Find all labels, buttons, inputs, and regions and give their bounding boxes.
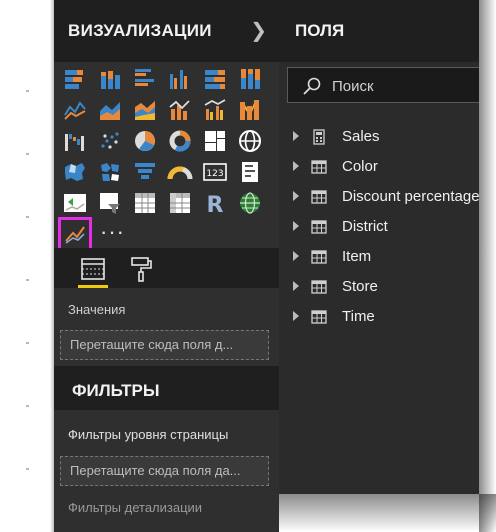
field-label: Time — [342, 308, 375, 325]
visualizations-title: ВИЗУАЛИЗАЦИИ — [68, 21, 212, 40]
visualizations-header: ВИЗУАЛИЗАЦИИ ❯ — [54, 0, 279, 62]
field-item-sales[interactable]: Sales — [279, 124, 479, 150]
100-percent-column-chart-icon[interactable] — [237, 66, 263, 92]
expand-arrow-icon[interactable] — [293, 251, 299, 261]
map-icon[interactable] — [237, 128, 263, 154]
gauge-chart-icon[interactable] — [167, 159, 193, 185]
search-input[interactable] — [330, 75, 474, 97]
table-visual-icon[interactable] — [132, 190, 158, 216]
expand-arrow-icon[interactable] — [293, 161, 299, 171]
expand-arrow-icon[interactable] — [293, 131, 299, 141]
table-icon — [311, 220, 327, 234]
clustered-bar-chart-icon[interactable] — [132, 66, 158, 92]
waterfall-chart-icon[interactable] — [62, 128, 88, 154]
filters-title: ФИЛЬТРЫ — [72, 381, 160, 400]
funnel-chart-icon[interactable] — [132, 159, 158, 185]
more-visuals-button[interactable]: ··· — [100, 219, 125, 245]
fields-search-box[interactable] — [287, 67, 479, 103]
slicer-icon[interactable] — [97, 190, 123, 216]
field-label: Store — [342, 278, 378, 295]
canvas-dot — [26, 153, 29, 155]
line-and-stacked-column-icon[interactable] — [167, 97, 193, 123]
fields-pane: ПОЛЯ Sales Color Discount percentage Distri… — [279, 0, 479, 494]
canvas-dot — [26, 468, 29, 470]
canvas-dot — [26, 90, 29, 92]
donut-chart-icon[interactable] — [167, 128, 193, 154]
fields-tab-icon[interactable] — [78, 254, 108, 288]
filters-header: ФИЛЬТРЫ — [54, 366, 279, 410]
field-item-discount-percentage[interactable]: Discount percentage — [279, 184, 479, 210]
chevron-right-icon[interactable]: ❯ — [250, 18, 267, 43]
table-icon — [311, 250, 327, 264]
page-level-filters-label: Фильтры уровня страницы — [68, 427, 229, 442]
field-item-color[interactable]: Color — [279, 154, 479, 180]
fields-title: ПОЛЯ — [295, 21, 345, 40]
field-item-time[interactable]: Time — [279, 304, 479, 330]
field-label: Sales — [342, 128, 380, 145]
line-and-clustered-column-icon[interactable] — [202, 97, 228, 123]
pane-shadow — [479, 0, 496, 532]
pane-tabs — [54, 248, 279, 288]
values-label: Значения — [68, 302, 126, 317]
pie-chart-icon[interactable] — [132, 128, 158, 154]
field-label: Color — [342, 158, 378, 175]
matrix-icon[interactable] — [167, 190, 193, 216]
field-label: Item — [342, 248, 372, 265]
line-and-column-chart-icon[interactable] — [58, 217, 92, 251]
field-label: Discount percentage — [342, 188, 479, 205]
canvas-dot — [26, 405, 29, 407]
arcgis-map-icon[interactable] — [237, 190, 263, 216]
stacked-area-chart-icon[interactable] — [132, 97, 158, 123]
drillthrough-filters-label: Фильтры детализации — [68, 500, 203, 515]
canvas-dot — [26, 279, 29, 281]
filled-map-icon[interactable] — [62, 159, 88, 185]
stacked-bar-chart-icon[interactable] — [62, 66, 88, 92]
svg-text:R: R — [207, 193, 224, 216]
field-item-store[interactable]: Store — [279, 274, 479, 300]
visualizations-pane: ВИЗУАЛИЗАЦИИ ❯ 123 R ··· Значения Перетащи… — [54, 0, 279, 532]
svg-text:123: 123 — [206, 169, 223, 179]
kpi-icon[interactable] — [62, 190, 88, 216]
ribbon-chart-icon[interactable] — [237, 97, 263, 123]
r-script-visual-icon[interactable]: R — [202, 190, 228, 216]
line-chart-icon[interactable] — [62, 97, 88, 123]
table-icon — [311, 310, 327, 324]
values-drop-well[interactable]: Перетащите сюда поля д... — [60, 330, 269, 360]
100-percent-bar-chart-icon[interactable] — [202, 66, 228, 92]
format-paint-roller-icon[interactable] — [126, 254, 156, 284]
table-icon — [311, 190, 327, 204]
page-level-filters-drop-well[interactable]: Перетащите сюда поля да... — [60, 456, 269, 486]
expand-arrow-icon[interactable] — [293, 191, 299, 201]
area-chart-icon[interactable] — [97, 97, 123, 123]
clustered-column-chart-icon[interactable] — [167, 66, 193, 92]
expand-arrow-icon[interactable] — [293, 311, 299, 321]
shape-map-icon[interactable] — [97, 159, 123, 185]
multi-row-card-icon[interactable] — [237, 159, 263, 185]
calculator-icon — [313, 129, 325, 145]
pane-shadow — [279, 494, 496, 532]
table-icon — [311, 160, 327, 174]
table-icon — [311, 280, 327, 294]
scatter-chart-icon[interactable] — [97, 128, 123, 154]
expand-arrow-icon[interactable] — [293, 221, 299, 231]
search-icon — [303, 77, 321, 95]
field-item-district[interactable]: District — [279, 214, 479, 240]
canvas-dot — [26, 216, 29, 218]
card-icon[interactable]: 123 — [202, 159, 228, 185]
report-canvas — [0, 0, 54, 532]
field-item-item[interactable]: Item — [279, 244, 479, 270]
canvas-dot — [26, 342, 29, 344]
treemap-icon[interactable] — [202, 128, 228, 154]
field-label: District — [342, 218, 388, 235]
expand-arrow-icon[interactable] — [293, 281, 299, 291]
stacked-column-chart-icon[interactable] — [97, 66, 123, 92]
fields-header: ПОЛЯ — [279, 0, 479, 62]
